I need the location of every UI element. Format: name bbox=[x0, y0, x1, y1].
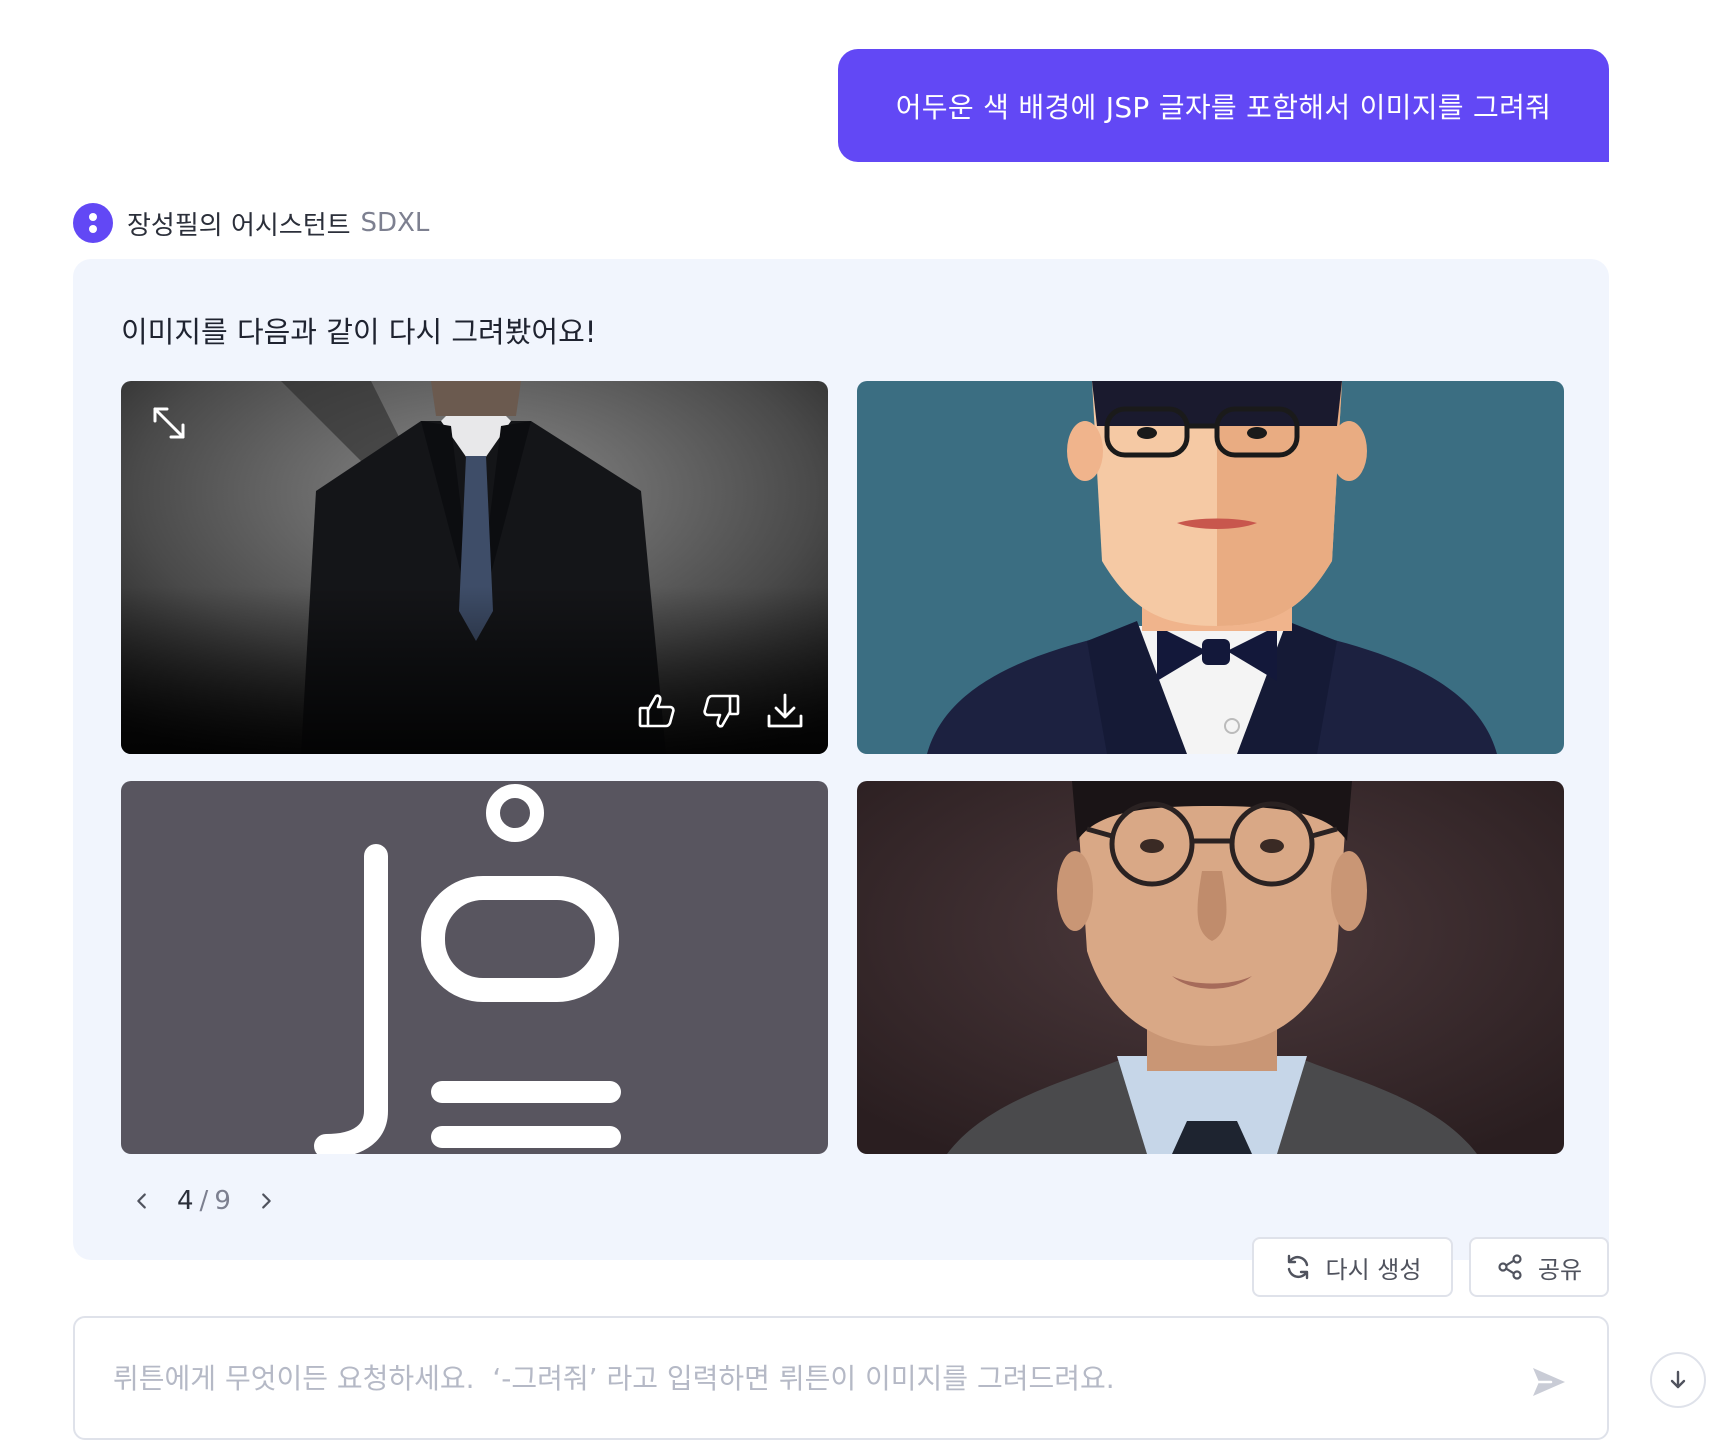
regenerate-label: 다시 생성 bbox=[1325, 1255, 1422, 1284]
arrow-down-icon bbox=[1670, 1370, 1686, 1389]
assistant-header: 장성필의 어시스턴트 SDXL bbox=[73, 203, 429, 243]
user-message-bubble: 어두운 색 배경에 JSP 글자를 포함해서 이미지를 그려줘 bbox=[838, 49, 1609, 162]
image-action-bar bbox=[636, 690, 806, 732]
chat-input-box bbox=[73, 1316, 1609, 1440]
share-icon bbox=[1498, 1254, 1522, 1280]
assistant-response-card: 이미지를 다음과 같이 다시 그려봤어요! 4 / 9 bbox=[73, 259, 1609, 1260]
image-pagination: 4 / 9 bbox=[125, 1181, 283, 1221]
expand-icon[interactable] bbox=[147, 401, 191, 445]
assistant-avatar bbox=[73, 203, 113, 243]
share-label: 공유 bbox=[1537, 1255, 1583, 1284]
chevron-right-icon[interactable] bbox=[249, 1184, 283, 1218]
page-count: 4 / 9 bbox=[177, 1186, 231, 1216]
chat-page: 어두운 색 배경에 JSP 글자를 포함해서 이미지를 그려줘 장성필의 어시스… bbox=[0, 0, 1722, 1452]
user-message-text: 어두운 색 배경에 JSP 글자를 포함해서 이미지를 그려줘 bbox=[895, 90, 1552, 124]
generated-image-2[interactable] bbox=[857, 381, 1564, 754]
chat-input[interactable] bbox=[113, 1348, 1493, 1408]
send-icon[interactable] bbox=[1529, 1362, 1569, 1402]
regenerate-button[interactable]: 다시 생성 bbox=[1252, 1237, 1453, 1297]
generated-image-4[interactable] bbox=[857, 781, 1564, 1154]
page-total: 9 bbox=[214, 1186, 231, 1216]
download-icon[interactable] bbox=[764, 690, 806, 732]
page-separator: / bbox=[199, 1186, 209, 1216]
share-button[interactable]: 공유 bbox=[1469, 1237, 1609, 1297]
scroll-down-button[interactable] bbox=[1650, 1352, 1706, 1408]
thumbs-down-icon[interactable] bbox=[700, 690, 742, 732]
illustration-image bbox=[857, 381, 1564, 754]
chevron-left-icon[interactable] bbox=[125, 1184, 159, 1218]
refresh-icon bbox=[1287, 1254, 1308, 1280]
page-current: 4 bbox=[177, 1186, 194, 1216]
portrait-image bbox=[857, 781, 1564, 1154]
letterform-image bbox=[121, 781, 828, 1154]
assistant-response-text: 이미지를 다음과 같이 다시 그려봤어요! bbox=[121, 315, 597, 349]
thumbs-up-icon[interactable] bbox=[636, 690, 678, 732]
generated-image-3[interactable] bbox=[121, 781, 828, 1154]
assistant-name: 장성필의 어시스턴트 bbox=[127, 210, 351, 241]
generated-image-1[interactable] bbox=[121, 381, 828, 754]
assistant-model-label: SDXL bbox=[360, 208, 430, 238]
